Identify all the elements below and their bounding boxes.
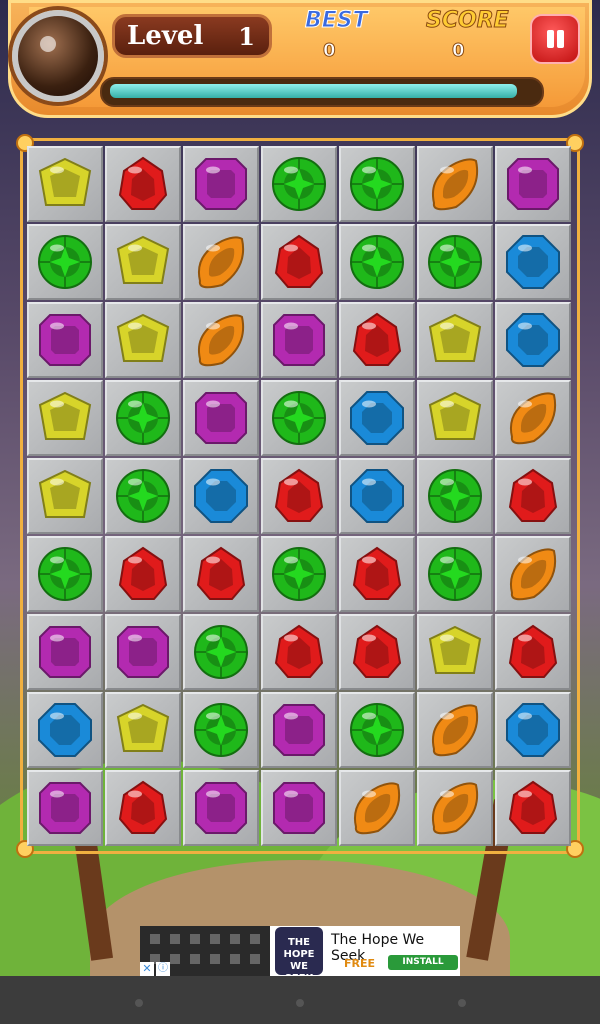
ad-install-button[interactable]: INSTALL (388, 955, 458, 970)
board-cell[interactable] (495, 614, 571, 690)
board-cell[interactable] (105, 224, 181, 300)
board-cell[interactable] (339, 536, 415, 612)
board-cell[interactable] (261, 536, 337, 612)
board-cell[interactable] (339, 614, 415, 690)
board-cell[interactable] (495, 380, 571, 456)
board-cell[interactable] (183, 302, 259, 378)
board-cell[interactable] (105, 536, 181, 612)
level-progress-bar (100, 77, 544, 107)
board-cell[interactable] (339, 224, 415, 300)
board-cell[interactable] (183, 536, 259, 612)
board-cell[interactable] (183, 146, 259, 222)
board-cell[interactable] (495, 458, 571, 534)
board-cell[interactable] (261, 614, 337, 690)
board-cell[interactable] (417, 536, 493, 612)
board-cell[interactable] (495, 536, 571, 612)
board-cell[interactable] (417, 146, 493, 222)
level-progress-fill (110, 84, 517, 98)
board-cell[interactable] (339, 458, 415, 534)
board-cell[interactable] (27, 614, 103, 690)
board-cell[interactable] (495, 770, 571, 846)
board-cell[interactable] (339, 302, 415, 378)
ad-banner[interactable]: THE HOPE WE SEEK The Hope We Seek FREE I… (140, 926, 460, 984)
board-cell[interactable] (261, 302, 337, 378)
ad-info-icon[interactable]: ⓘ (156, 962, 170, 976)
ad-close-icon[interactable]: ✕ (140, 962, 154, 976)
board-cell[interactable] (261, 458, 337, 534)
board-cell[interactable] (105, 380, 181, 456)
board-cell[interactable] (261, 380, 337, 456)
board-cell[interactable] (261, 692, 337, 768)
board-cell[interactable] (105, 770, 181, 846)
board-cell[interactable] (261, 224, 337, 300)
board-cell[interactable] (27, 536, 103, 612)
board-cell[interactable] (105, 146, 181, 222)
board-cell[interactable] (183, 380, 259, 456)
ad-book-cover[interactable]: THE HOPE WE SEEK (275, 927, 323, 984)
board-cell[interactable] (339, 146, 415, 222)
best-value: 0 (323, 40, 336, 62)
best-label: BEST (305, 8, 369, 34)
ad-free-label: FREE (344, 957, 376, 970)
board-cell[interactable] (417, 302, 493, 378)
gem-grid (27, 146, 573, 848)
board-cell[interactable] (183, 770, 259, 846)
pause-button[interactable] (530, 14, 580, 64)
board-cell[interactable] (105, 614, 181, 690)
board-cell[interactable] (495, 224, 571, 300)
system-navigation-bar (0, 976, 600, 1024)
level-value: 1 (238, 22, 255, 51)
board-cell[interactable] (339, 692, 415, 768)
board-cell[interactable] (261, 770, 337, 846)
board-cell[interactable] (27, 692, 103, 768)
board-cell[interactable] (183, 458, 259, 534)
board-cell[interactable] (105, 692, 181, 768)
board-cell[interactable] (417, 614, 493, 690)
nav-recent-icon[interactable] (458, 999, 466, 1007)
board-cell[interactable] (495, 692, 571, 768)
board-cell[interactable] (417, 770, 493, 846)
nav-home-icon[interactable] (296, 999, 304, 1007)
board-cell[interactable] (27, 458, 103, 534)
board-cell[interactable] (495, 146, 571, 222)
board-cell[interactable] (27, 380, 103, 456)
board-cell[interactable] (417, 692, 493, 768)
board-cell[interactable] (339, 770, 415, 846)
board-cell[interactable] (183, 224, 259, 300)
board-cell[interactable] (183, 692, 259, 768)
board-cell[interactable] (417, 380, 493, 456)
score-label: SCORE (426, 8, 510, 34)
level-indicator: Level 1 (112, 14, 272, 58)
board-cell[interactable] (27, 770, 103, 846)
board-cell[interactable] (339, 380, 415, 456)
score-value: 0 (452, 40, 465, 62)
board-cell[interactable] (27, 302, 103, 378)
power-orb-icon[interactable] (12, 10, 104, 102)
board-cell[interactable] (417, 224, 493, 300)
board-cell[interactable] (105, 302, 181, 378)
board-cell[interactable] (495, 302, 571, 378)
board-cell[interactable] (261, 146, 337, 222)
board-cell[interactable] (183, 614, 259, 690)
level-label: Level (127, 21, 204, 51)
nav-back-icon[interactable] (135, 999, 143, 1007)
board-cell[interactable] (27, 224, 103, 300)
board-cell[interactable] (27, 146, 103, 222)
board-cell[interactable] (105, 458, 181, 534)
board-cell[interactable] (417, 458, 493, 534)
